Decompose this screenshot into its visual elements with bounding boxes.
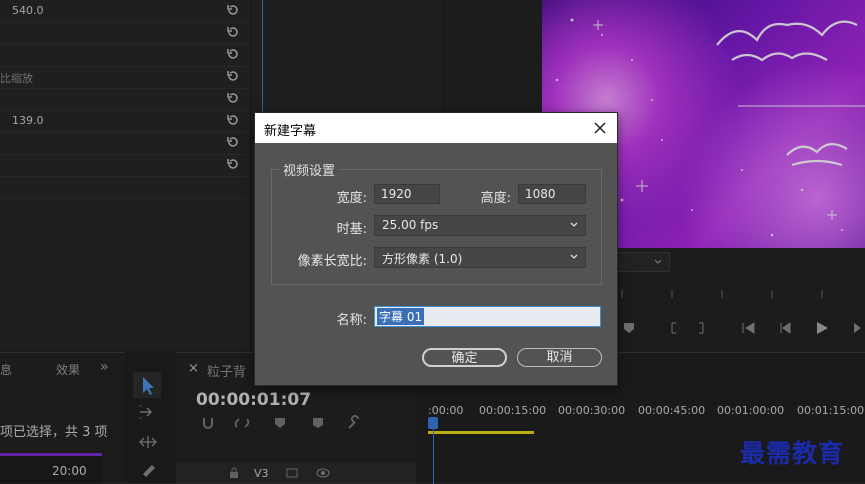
selection-status: 项已选择，共 3 项 xyxy=(0,425,108,440)
title-name-input[interactable]: 字幕 01 xyxy=(374,306,601,327)
wrench-icon[interactable] xyxy=(346,415,362,431)
new-title-dialog: 新建字幕 视频设置 宽度: 1920 高度: 1080 时基: 25.00 fp… xyxy=(254,112,618,386)
pixel-aspect-value: 方形像素 (1.0) xyxy=(382,252,463,266)
reset-icon[interactable] xyxy=(226,69,240,83)
reset-icon[interactable] xyxy=(226,47,240,61)
toggle-sync-icon[interactable] xyxy=(286,467,300,479)
height-label: 高度: xyxy=(480,191,511,206)
ruler-label: 00:00:45:00 xyxy=(638,404,706,417)
chevron-down-icon xyxy=(570,254,578,259)
reset-icon[interactable] xyxy=(226,113,240,127)
property-row xyxy=(0,88,250,111)
reset-icon[interactable] xyxy=(226,157,240,171)
work-area-bar[interactable] xyxy=(428,431,534,434)
width-label: 宽度: xyxy=(336,191,367,206)
project-panel: 息 效果 » 项已选择，共 3 项 20:00 xyxy=(0,352,125,484)
add-marker-icon[interactable] xyxy=(622,321,636,335)
ruler-label: 00:00:15:00 xyxy=(479,404,547,417)
video-settings-label: 视频设置 xyxy=(279,160,340,179)
track-label: V3 xyxy=(254,467,269,480)
selection-tool-button[interactable] xyxy=(133,372,161,398)
playhead-line[interactable] xyxy=(433,429,434,484)
close-sequence-tab-icon[interactable]: × xyxy=(188,361,199,376)
razor-tool-icon[interactable] xyxy=(140,462,158,480)
panel-menu-icon[interactable]: » xyxy=(100,359,109,375)
playhead-handle[interactable] xyxy=(428,417,438,429)
play-icon[interactable] xyxy=(814,320,830,336)
property-row: 比缩放 xyxy=(0,66,250,89)
property-row: 139.0 xyxy=(0,110,250,133)
tools-panel xyxy=(125,352,177,483)
watermark-logo: 最需教育 xyxy=(740,439,845,468)
thumbnail-bar xyxy=(0,453,102,456)
lock-icon[interactable] xyxy=(228,467,240,479)
ruler-label: :00:00 xyxy=(428,404,464,417)
property-row xyxy=(0,132,250,155)
reset-icon[interactable] xyxy=(226,25,240,39)
dialog-titlebar[interactable]: 新建字幕 xyxy=(255,113,617,143)
property-row xyxy=(0,176,250,199)
marker-icon[interactable] xyxy=(310,415,326,431)
chevron-down-icon xyxy=(654,259,662,264)
property-label: 比缩放 xyxy=(0,72,33,85)
ruler-label: 00:00:30:00 xyxy=(558,404,626,417)
tab-effects[interactable]: 效果 xyxy=(56,361,80,378)
step-forward-icon[interactable] xyxy=(852,321,865,335)
resolution-select[interactable] xyxy=(612,252,670,272)
mark-out-icon[interactable] xyxy=(694,321,708,335)
property-row xyxy=(0,154,250,177)
pixel-aspect-select[interactable]: 方形像素 (1.0) xyxy=(374,247,586,268)
property-row xyxy=(0,22,250,45)
ruler-label: 00:01:15:00 xyxy=(797,404,865,417)
eye-icon[interactable] xyxy=(316,467,330,479)
height-field[interactable]: 1080 xyxy=(518,184,586,204)
timebase-label: 时基: xyxy=(336,222,367,237)
tab-sequence[interactable]: 粒子背 xyxy=(207,361,246,380)
title-name-value: 字幕 01 xyxy=(377,308,425,325)
property-row: 540.0 xyxy=(0,0,250,23)
dialog-title: 新建字幕 xyxy=(264,124,317,139)
timebase-select[interactable]: 25.00 fps xyxy=(374,215,586,236)
timebase-value: 25.00 fps xyxy=(382,218,439,232)
snap-icon[interactable] xyxy=(200,415,216,431)
clip-duration: 20:00 xyxy=(52,464,87,478)
timecode-display[interactable]: 00:00:01:07 xyxy=(196,390,311,410)
name-label: 名称: xyxy=(336,313,367,328)
add-marker-icon[interactable] xyxy=(272,415,288,431)
chevron-down-icon xyxy=(570,222,578,227)
ruler-label: 00:01:00:00 xyxy=(717,404,785,417)
go-to-in-icon[interactable] xyxy=(740,321,758,335)
track-select-icon[interactable] xyxy=(138,404,158,420)
reset-icon[interactable] xyxy=(226,3,240,17)
mark-in-icon[interactable] xyxy=(667,321,681,335)
track-header-v3[interactable]: V3 xyxy=(176,463,416,484)
cancel-button[interactable]: 取消 xyxy=(517,348,602,367)
reset-icon[interactable] xyxy=(226,91,240,105)
linked-selection-icon[interactable] xyxy=(234,415,250,431)
monitor-ruler[interactable] xyxy=(612,288,865,300)
clip-thumbnail[interactable]: 20:00 xyxy=(0,453,102,484)
selection-arrow-icon xyxy=(143,377,154,395)
tab-info[interactable]: 息 xyxy=(0,361,12,378)
property-value[interactable]: 139.0 xyxy=(12,114,44,127)
width-field[interactable]: 1920 xyxy=(374,184,440,204)
close-icon[interactable] xyxy=(591,119,609,137)
ok-button[interactable]: 确定 xyxy=(422,348,507,367)
property-value[interactable]: 540.0 xyxy=(12,4,44,17)
reset-icon[interactable] xyxy=(226,135,240,149)
property-row xyxy=(0,44,250,67)
step-back-icon[interactable] xyxy=(777,321,793,335)
effect-controls-panel: 540.0 比缩放 139.0 xyxy=(0,0,251,350)
ripple-edit-icon[interactable] xyxy=(138,434,158,450)
pixel-aspect-label: 像素长宽比: xyxy=(297,254,367,269)
